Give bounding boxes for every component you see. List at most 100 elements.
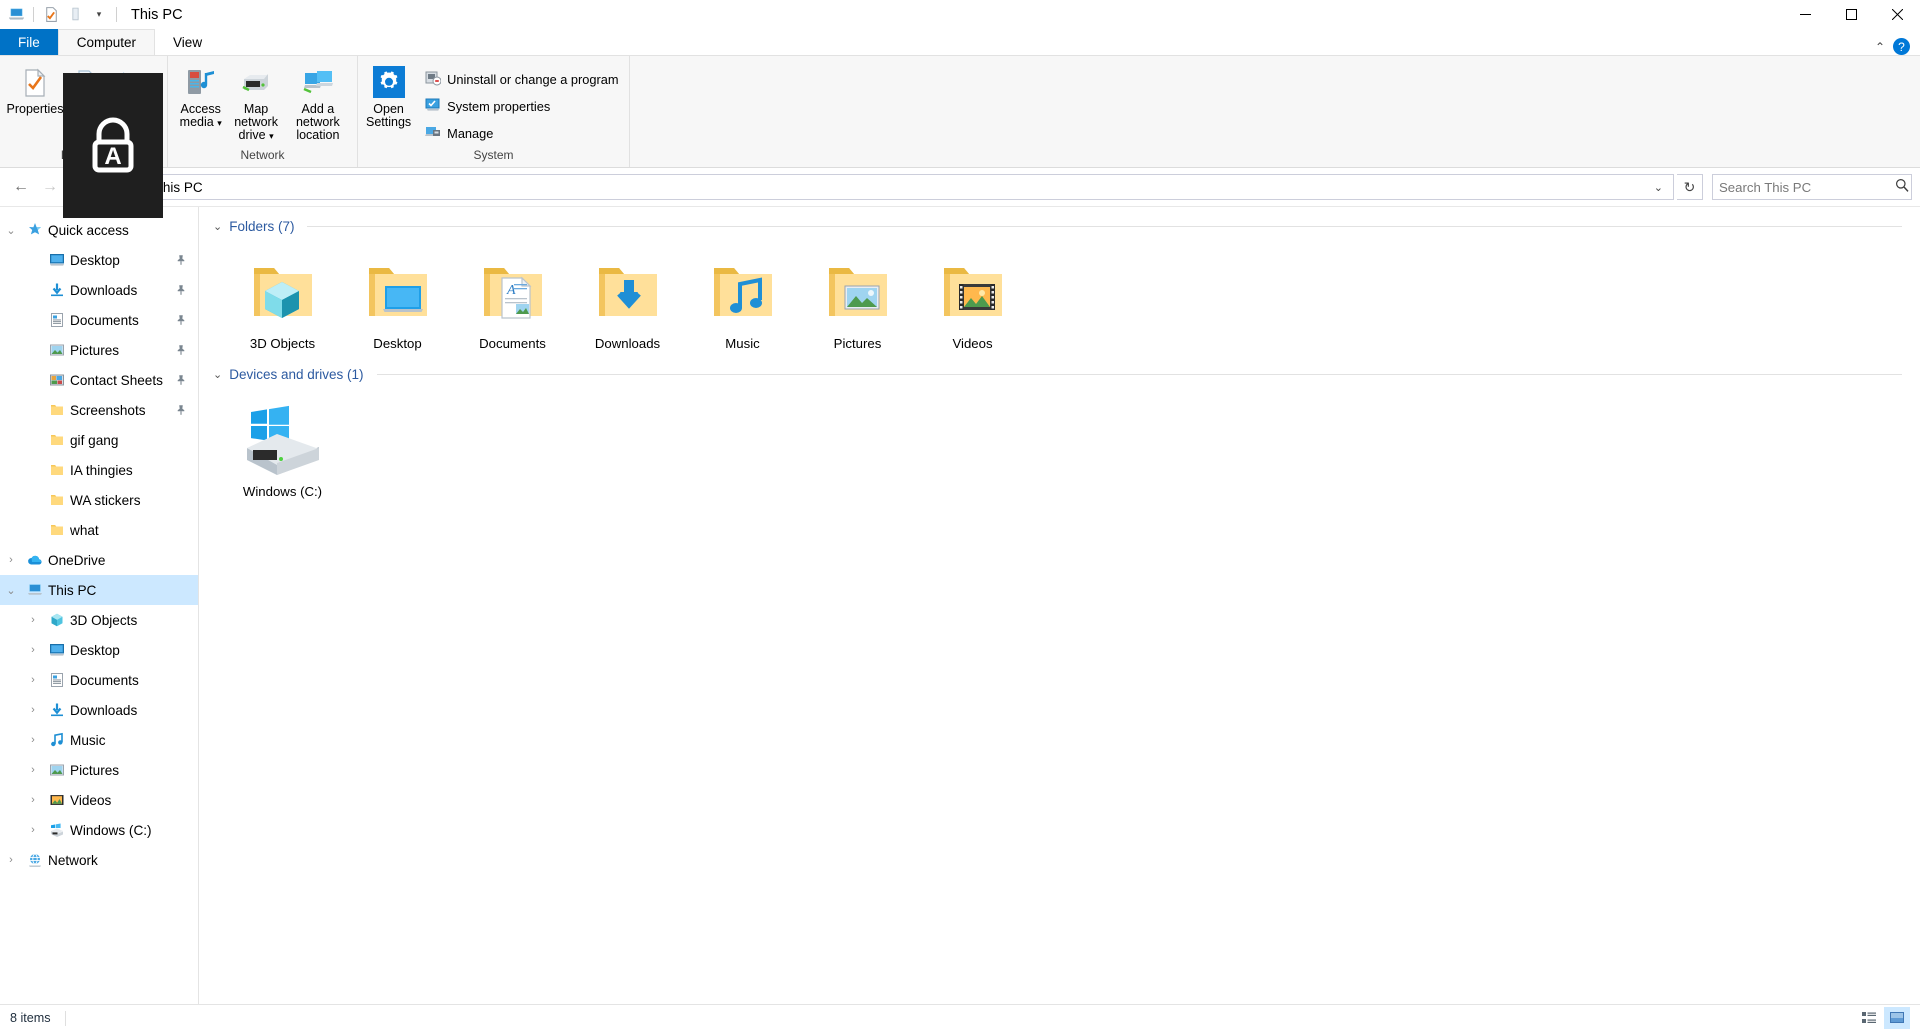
pin-icon[interactable] (170, 404, 192, 416)
rename-button[interactable]: Rename (110, 62, 161, 119)
chevron-right-icon[interactable]: › (22, 644, 44, 656)
sidebar-item-ia-thingies[interactable]: IA thingies (0, 455, 198, 485)
sidebar-item-pictures[interactable]: Pictures (0, 335, 198, 365)
status-divider (64, 1010, 66, 1026)
tab-computer[interactable]: Computer (57, 29, 156, 55)
file-tile[interactable]: Music (685, 246, 800, 361)
this-pc-icon[interactable] (5, 4, 27, 26)
file-tile[interactable]: Windows (C:) (225, 394, 340, 509)
ribbon: Properties Open Rename Location Access m… (0, 55, 1920, 168)
file-tile[interactable]: Videos (915, 246, 1030, 361)
map-network-drive-button[interactable]: Map network drive ▾ (229, 62, 282, 146)
breadcrumb-dropdown-icon[interactable]: ⌄ (1646, 181, 1671, 194)
chevron-right-icon[interactable]: › (22, 824, 44, 836)
sidebar-item-windows-c[interactable]: › Windows (C:) (0, 815, 198, 845)
sidebar-item-desktop[interactable]: Desktop (0, 245, 198, 275)
chevron-right-icon[interactable]: › (22, 614, 44, 626)
search-box[interactable] (1712, 174, 1912, 200)
customize-qat-caret-icon[interactable]: ▾ (88, 4, 110, 26)
chevron-right-icon[interactable]: › (22, 674, 44, 686)
chevron-down-icon[interactable]: ⌄ (213, 220, 222, 233)
sidebar-item-3d-objects[interactable]: › 3D Objects (0, 605, 198, 635)
sidebar-item-label: Quick access (48, 222, 129, 238)
refresh-button[interactable]: ↻ (1677, 174, 1703, 200)
breadcrumb[interactable]: › This PC ⌄ (116, 174, 1674, 200)
file-tile[interactable]: A Documents (455, 246, 570, 361)
sidebar-item-network[interactable]: › Network (0, 845, 198, 875)
file-tile-label: Pictures (833, 336, 882, 351)
breadcrumb-item-this-pc[interactable]: This PC (155, 180, 203, 195)
sidebar-item-contact-sheets[interactable]: Contact Sheets (0, 365, 198, 395)
sidebar-item-downloads[interactable]: Downloads (0, 275, 198, 305)
up-button[interactable]: ↑ (87, 174, 113, 200)
sidebar-item-wa-stickers[interactable]: WA stickers (0, 485, 198, 515)
chevron-right-icon[interactable]: › (22, 704, 44, 716)
file-tile-label: Windows (C:) (242, 484, 323, 499)
tab-file[interactable]: File (0, 29, 58, 55)
open-settings-button[interactable]: Open Settings (364, 62, 413, 132)
open-icon (71, 65, 103, 99)
sidebar-item-screenshots[interactable]: Screenshots (0, 395, 198, 425)
maximize-button[interactable] (1828, 0, 1874, 29)
chevron-down-icon[interactable]: ⌄ (0, 584, 22, 597)
sidebar-item-videos[interactable]: › Videos (0, 785, 198, 815)
file-list-pane: ⌄ Folders (7) 3D Objects Desktop A Docum… (199, 207, 1920, 1004)
minimize-button[interactable] (1782, 0, 1828, 29)
sidebar-item-gif-gang[interactable]: gif gang (0, 425, 198, 455)
properties-icon[interactable] (40, 4, 62, 26)
collapse-ribbon-icon[interactable]: ⌃ (1875, 40, 1885, 54)
chevron-right-icon[interactable]: › (0, 554, 22, 566)
manage-button[interactable]: Manage (423, 122, 624, 145)
forward-button[interactable]: → (37, 174, 63, 200)
uninstall-program-button[interactable]: Uninstall or change a program (423, 68, 624, 91)
sidebar-item-this-pc[interactable]: ⌄ This PC (0, 575, 198, 605)
chevron-right-icon[interactable]: › (0, 854, 22, 866)
search-icon[interactable] (1895, 178, 1909, 197)
help-icon[interactable]: ? (1893, 38, 1910, 55)
add-network-location-button[interactable]: Add a network location (285, 62, 351, 145)
back-button[interactable]: ← (8, 174, 34, 200)
chevron-right-icon[interactable]: › (22, 734, 44, 746)
file-tile[interactable]: Pictures (800, 246, 915, 361)
map-network-drive-icon (239, 65, 273, 99)
new-folder-icon[interactable] (64, 4, 86, 26)
folder-downloads-icon (591, 252, 665, 330)
sidebar-item-what[interactable]: what (0, 515, 198, 545)
file-tile[interactable]: Downloads (570, 246, 685, 361)
sidebar-item-label: This PC (48, 582, 97, 598)
sidebar-item-documents[interactable]: Documents (0, 305, 198, 335)
properties-button[interactable]: Properties (6, 62, 64, 119)
pin-icon[interactable] (170, 284, 192, 296)
open-button[interactable]: Open (66, 62, 108, 119)
videos-icon (44, 792, 70, 808)
pin-icon[interactable] (170, 374, 192, 386)
sidebar-item-downloads[interactable]: › Downloads (0, 695, 198, 725)
search-input[interactable] (1719, 179, 1895, 195)
file-tile[interactable]: 3D Objects (225, 246, 340, 361)
tab-view[interactable]: View (155, 29, 220, 55)
file-tile[interactable]: Desktop (340, 246, 455, 361)
recent-locations-button[interactable]: ⌄ (66, 174, 84, 200)
access-media-button[interactable]: Access media ▾ (174, 62, 227, 133)
sidebar-item-label: what (70, 522, 99, 538)
group-header-devices-and-drives[interactable]: ⌄ Devices and drives (1) (199, 361, 1920, 388)
sidebar-item-pictures[interactable]: › Pictures (0, 755, 198, 785)
large-icons-view-button[interactable] (1884, 1007, 1910, 1029)
chevron-right-icon[interactable]: › (22, 764, 44, 776)
chevron-right-icon[interactable]: › (22, 794, 44, 806)
chevron-down-icon[interactable]: ⌄ (0, 224, 22, 237)
pin-icon[interactable] (170, 254, 192, 266)
sidebar-item-music[interactable]: › Music (0, 725, 198, 755)
sidebar-item-onedrive[interactable]: › OneDrive (0, 545, 198, 575)
sidebar-item-desktop[interactable]: › Desktop (0, 635, 198, 665)
sidebar-item-quick-access[interactable]: ⌄ Quick access (0, 215, 198, 245)
chevron-down-icon[interactable]: ⌄ (213, 368, 222, 381)
pin-icon[interactable] (170, 314, 192, 326)
pin-icon[interactable] (170, 344, 192, 356)
details-view-button[interactable] (1856, 1007, 1882, 1029)
system-properties-button[interactable]: System properties (423, 95, 624, 118)
sidebar-item-label: WA stickers (70, 492, 141, 508)
close-button[interactable] (1874, 0, 1920, 29)
sidebar-item-documents[interactable]: › Documents (0, 665, 198, 695)
group-header-folders[interactable]: ⌄ Folders (7) (199, 213, 1920, 240)
